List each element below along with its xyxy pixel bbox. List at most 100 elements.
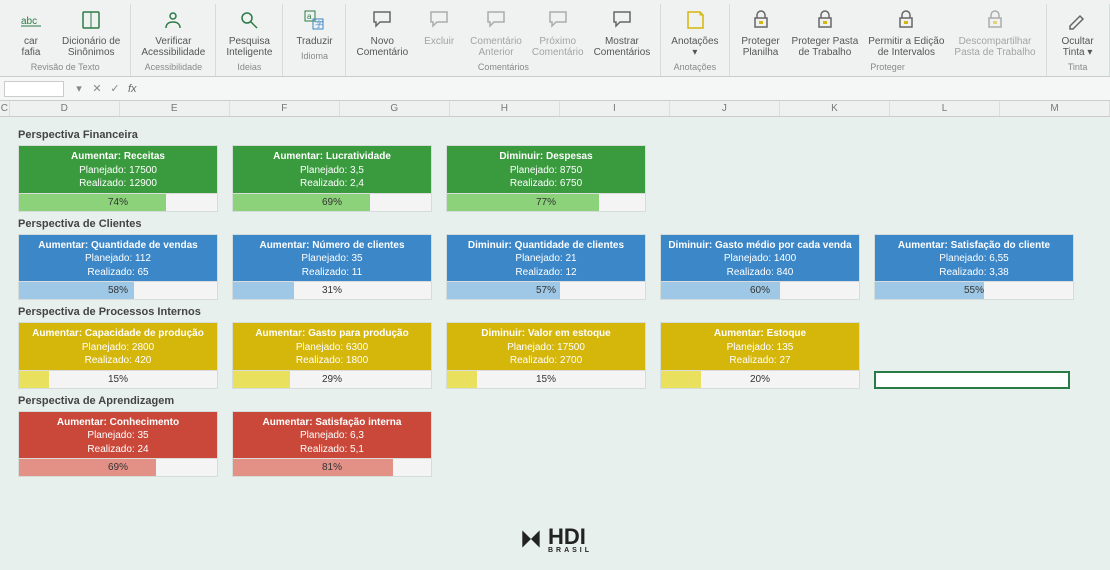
- thesaurus-button[interactable]: Dicionário deSinônimos: [58, 4, 124, 60]
- kpi-card[interactable]: Diminuir: Valor em estoquePlanejado: 175…: [446, 322, 646, 389]
- kpi-row: Aumentar: ReceitasPlanejado: 17500Realiz…: [18, 145, 1100, 212]
- kpi-card[interactable]: Aumentar: Satisfação do clientePlanejado…: [874, 234, 1074, 301]
- kpi-percent: 58%: [19, 285, 217, 296]
- protect-sheet-button[interactable]: ProtegerPlanilha: [736, 4, 786, 60]
- translate-button[interactable]: a字Traduzir: [289, 4, 339, 49]
- kpi-header: Aumentar: Gasto para produçãoPlanejado: …: [233, 323, 431, 370]
- kpi-card[interactable]: Aumentar: Capacidade de produçãoPlanejad…: [18, 322, 218, 389]
- fx-icon[interactable]: fx: [128, 83, 137, 95]
- kpi-title: Aumentar: Número de clientes: [239, 239, 425, 253]
- hdi-logo: HDI BRASIL: [518, 524, 592, 554]
- ribbon-btn-label: DescompartilharPasta de Trabalho: [954, 36, 1035, 58]
- ribbon-btn-label: ProtegerPlanilha: [741, 36, 779, 58]
- cancel-icon[interactable]: ✕: [88, 82, 106, 95]
- column-header[interactable]: I: [560, 101, 670, 116]
- kpi-card[interactable]: Aumentar: Gasto para produçãoPlanejado: …: [232, 322, 432, 389]
- worksheet[interactable]: Perspectiva FinanceiraAumentar: Receitas…: [0, 117, 1110, 477]
- show-comments-button[interactable]: MostrarComentários: [590, 4, 655, 60]
- selected-cell[interactable]: [874, 371, 1070, 389]
- column-header[interactable]: K: [780, 101, 890, 116]
- ribbon-group-label: Comentários: [352, 60, 654, 76]
- column-header[interactable]: M: [1000, 101, 1110, 116]
- kpi-card[interactable]: Aumentar: Número de clientesPlanejado: 3…: [232, 234, 432, 301]
- column-header[interactable]: F: [230, 101, 340, 116]
- kpi-card[interactable]: Aumentar: Quantidade de vendasPlanejado:…: [18, 234, 218, 301]
- svg-text:字: 字: [315, 19, 323, 29]
- notes-button[interactable]: Anotações▾: [667, 4, 722, 60]
- kpi-header: Diminuir: Gasto médio por cada vendaPlan…: [661, 235, 859, 282]
- comment-icon: [425, 6, 453, 34]
- kpi-actual: Realizado: 12: [453, 266, 639, 280]
- column-header[interactable]: G: [340, 101, 450, 116]
- kpi-title: Aumentar: Gasto para produção: [239, 327, 425, 341]
- kpi-actual: Realizado: 3,38: [881, 266, 1067, 280]
- kpi-header: Aumentar: ReceitasPlanejado: 17500Realiz…: [19, 146, 217, 193]
- protect-workbook-button[interactable]: Proteger Pastade Trabalho: [788, 4, 863, 60]
- kpi-card[interactable]: Aumentar: ConhecimentoPlanejado: 35Reali…: [18, 411, 218, 478]
- kpi-card[interactable]: Aumentar: Satisfação internaPlanejado: 6…: [232, 411, 432, 478]
- delete-comment-button[interactable]: Excluir: [414, 4, 464, 60]
- kpi-actual: Realizado: 2,4: [239, 177, 425, 191]
- kpi-title: Aumentar: Satisfação do cliente: [881, 239, 1067, 253]
- abc-icon: abc: [17, 6, 45, 34]
- kpi-actual: Realizado: 1800: [239, 354, 425, 368]
- column-header[interactable]: H: [450, 101, 560, 116]
- kpi-planned: Planejado: 21: [453, 252, 639, 266]
- kpi-header: Diminuir: DespesasPlanejado: 8750Realiza…: [447, 146, 645, 193]
- new-comment-button[interactable]: NovoComentário: [352, 4, 412, 60]
- kpi-progress: 29%: [233, 370, 431, 388]
- kpi-progress: 77%: [447, 193, 645, 211]
- enter-icon[interactable]: ✓: [106, 82, 124, 95]
- ribbon-group-label: Proteger: [736, 60, 1040, 76]
- column-header[interactable]: L: [890, 101, 1000, 116]
- column-header[interactable]: C: [0, 101, 10, 116]
- ribbon: abccarfafiaDicionário deSinônimosRevisão…: [0, 0, 1110, 77]
- ribbon-btn-label: MostrarComentários: [594, 36, 651, 58]
- kpi-planned: Planejado: 17500: [453, 341, 639, 355]
- allow-edit-ranges-button[interactable]: Permitir a Ediçãode Intervalos: [864, 4, 948, 60]
- prev-comment-button[interactable]: ComentárioAnterior: [466, 4, 526, 60]
- kpi-header: Aumentar: Quantidade de vendasPlanejado:…: [19, 235, 217, 282]
- ribbon-group-label: Acessibilidade: [137, 60, 209, 76]
- hide-ink-button[interactable]: OcultarTinta ▾: [1053, 4, 1103, 60]
- kpi-header: Aumentar: EstoquePlanejado: 135Realizado…: [661, 323, 859, 370]
- kpi-card[interactable]: Aumentar: LucratividadePlanejado: 3,5Rea…: [232, 145, 432, 212]
- kpi-percent: 20%: [661, 374, 859, 385]
- kpi-title: Diminuir: Despesas: [453, 150, 639, 164]
- column-header[interactable]: J: [670, 101, 780, 116]
- ribbon-group-label: Anotações: [667, 60, 722, 76]
- kpi-planned: Planejado: 2800: [25, 341, 211, 355]
- kpi-header: Aumentar: Número de clientesPlanejado: 3…: [233, 235, 431, 282]
- kpi-actual: Realizado: 420: [25, 354, 211, 368]
- column-header[interactable]: E: [120, 101, 230, 116]
- unshare-button[interactable]: DescompartilharPasta de Trabalho: [950, 4, 1039, 60]
- ribbon-btn-label: Excluir: [424, 36, 454, 47]
- ribbon-group: Anotações▾ Anotações: [661, 4, 729, 76]
- kpi-title: Aumentar: Satisfação interna: [239, 416, 425, 430]
- column-header[interactable]: D: [10, 101, 120, 116]
- dropdown-icon[interactable]: ▾: [70, 82, 88, 95]
- kpi-actual: Realizado: 65: [25, 266, 211, 280]
- ribbon-btn-label: Anotações▾: [671, 36, 718, 58]
- kpi-header: Aumentar: Capacidade de produçãoPlanejad…: [19, 323, 217, 370]
- kpi-title: Aumentar: Receitas: [25, 150, 211, 164]
- kpi-progress: 31%: [233, 281, 431, 299]
- next-comment-button[interactable]: PróximoComentário: [528, 4, 588, 60]
- kpi-card[interactable]: Diminuir: DespesasPlanejado: 8750Realiza…: [446, 145, 646, 212]
- kpi-card[interactable]: Diminuir: Gasto médio por cada vendaPlan…: [660, 234, 860, 301]
- kpi-header: Aumentar: Satisfação do clientePlanejado…: [875, 235, 1073, 282]
- ribbon-btn-label: carfafia: [22, 36, 41, 58]
- kpi-planned: Planejado: 135: [667, 341, 853, 355]
- kpi-progress: 55%: [875, 281, 1073, 299]
- note-icon: [681, 6, 709, 34]
- accessibility-button[interactable]: VerificarAcessibilidade: [137, 4, 209, 60]
- ribbon-btn-label: ComentárioAnterior: [470, 36, 522, 58]
- smart-lookup-button[interactable]: PesquisaInteligente: [222, 4, 276, 60]
- kpi-percent: 15%: [19, 374, 217, 385]
- name-box[interactable]: [4, 81, 64, 97]
- ribbon-group: PesquisaInteligenteIdeias: [216, 4, 283, 76]
- spellcheck-button[interactable]: abc carfafia: [6, 4, 56, 60]
- kpi-card[interactable]: Diminuir: Quantidade de clientesPlanejad…: [446, 234, 646, 301]
- kpi-card[interactable]: Aumentar: EstoquePlanejado: 135Realizado…: [660, 322, 860, 389]
- kpi-card[interactable]: Aumentar: ReceitasPlanejado: 17500Realiz…: [18, 145, 218, 212]
